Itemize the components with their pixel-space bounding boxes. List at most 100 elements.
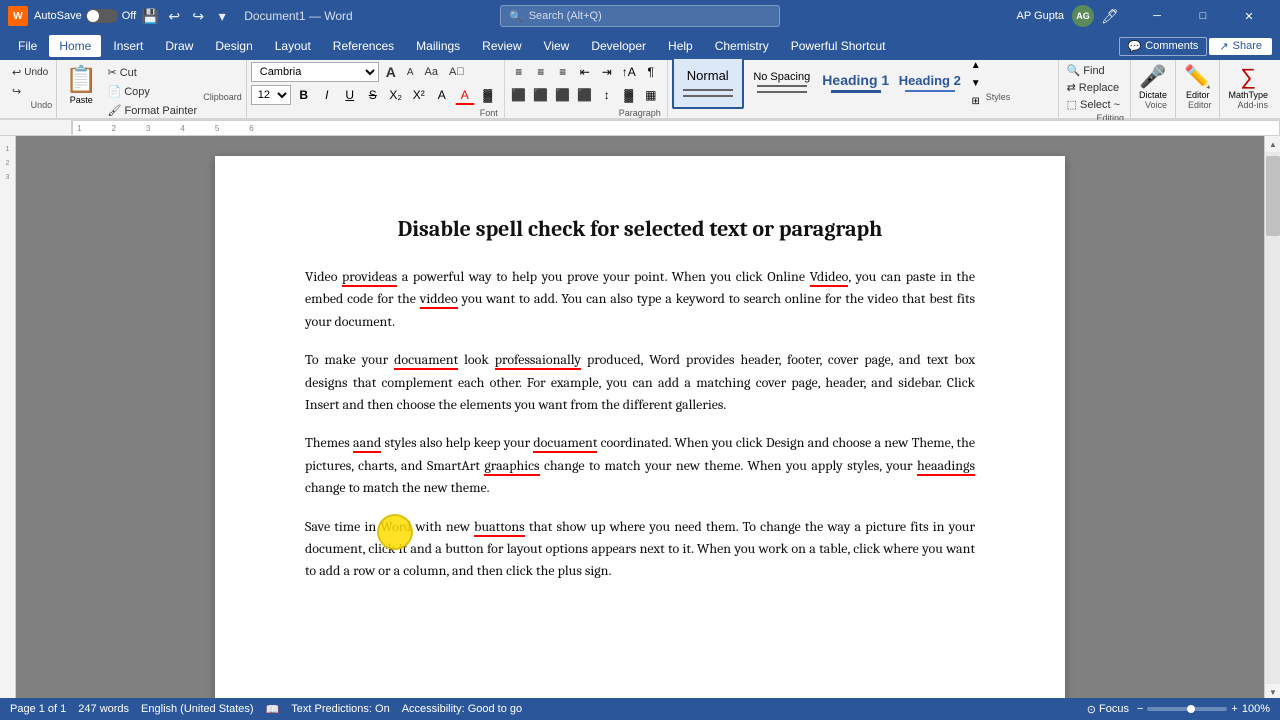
style-heading2[interactable]: Heading 2: [894, 57, 966, 109]
font-shrink-button[interactable]: A: [403, 65, 418, 80]
close-button[interactable]: ✕: [1226, 0, 1272, 32]
menu-chemistry[interactable]: Chemistry: [705, 35, 779, 57]
styles-up-button[interactable]: ▲: [968, 57, 984, 73]
font-grow-button[interactable]: A: [382, 62, 400, 82]
editor-section: ✏️ Editor Editor: [1176, 60, 1220, 118]
align-center-button[interactable]: ⬛: [531, 85, 551, 105]
focus-button[interactable]: ⊙ Focus: [1087, 703, 1129, 716]
borders-button[interactable]: ▦: [641, 85, 661, 105]
redo-icon[interactable]: ↪: [190, 8, 206, 24]
zoom-slider[interactable]: [1147, 707, 1227, 711]
scroll-track[interactable]: [1265, 152, 1280, 684]
menu-help[interactable]: Help: [658, 35, 703, 57]
font-name-select[interactable]: Cambria: [251, 62, 379, 82]
paragraph-3[interactable]: Themes aand styles also help keep your d…: [305, 432, 975, 499]
italic-button[interactable]: I: [317, 85, 337, 105]
superscript-button[interactable]: X²: [409, 85, 429, 105]
style-normal[interactable]: Normal: [672, 57, 744, 109]
paragraph-2[interactable]: To make your docuament look professaiona…: [305, 349, 975, 416]
style-no-spacing[interactable]: No Spacing: [746, 57, 818, 109]
save-icon[interactable]: 💾: [142, 8, 158, 24]
document-page[interactable]: Disable spell check for selected text or…: [215, 156, 1065, 700]
cut-button[interactable]: ✂Cut: [104, 64, 202, 81]
menu-home[interactable]: Home: [49, 35, 101, 57]
copy-button[interactable]: 📄Copy: [104, 83, 202, 100]
decrease-indent-button[interactable]: ⇤: [575, 62, 595, 82]
menu-powerful-shortcut[interactable]: Powerful Shortcut: [781, 35, 896, 57]
style-heading1[interactable]: Heading 1: [820, 57, 892, 109]
customize-icon[interactable]: ▾: [214, 8, 230, 24]
bullets-button[interactable]: ≡: [509, 62, 529, 82]
replace-icon: ⇄: [1067, 81, 1076, 94]
line-spacing-button[interactable]: ↕: [597, 85, 617, 105]
increase-indent-button[interactable]: ⇥: [597, 62, 617, 82]
bold-button[interactable]: B: [294, 85, 314, 105]
language-indicator[interactable]: English (United States): [141, 703, 254, 715]
paragraph-1[interactable]: Video provideas a powerful way to help y…: [305, 266, 975, 333]
menu-draw[interactable]: Draw: [155, 35, 203, 57]
dictate-button[interactable]: 🎤 Dictate: [1139, 64, 1167, 100]
menu-file[interactable]: File: [8, 35, 47, 57]
maximize-button[interactable]: □: [1180, 0, 1226, 32]
menu-developer[interactable]: Developer: [581, 35, 656, 57]
menu-references[interactable]: References: [323, 35, 404, 57]
paste-button[interactable]: 📋 Paste: [61, 62, 101, 104]
justify-button[interactable]: ⬛: [575, 85, 595, 105]
styles-down-button[interactable]: ▼: [968, 75, 984, 91]
replace-button[interactable]: ⇄ Replace: [1063, 79, 1124, 96]
para-shading-button[interactable]: ▓: [619, 85, 639, 105]
zoom-control[interactable]: − + 100%: [1137, 703, 1270, 715]
redo-button[interactable]: ↪: [8, 83, 52, 100]
style-normal-preview: Normal: [687, 68, 729, 83]
text-predictions[interactable]: Text Predictions: On: [291, 703, 389, 715]
autosave-toggle[interactable]: [86, 9, 118, 23]
search-box[interactable]: 🔍 Search (Alt+Q): [500, 5, 780, 27]
zoom-out-icon[interactable]: −: [1137, 703, 1143, 715]
multilevel-button[interactable]: ≡: [553, 62, 573, 82]
undo-icon[interactable]: ↩: [166, 8, 182, 24]
align-left-button[interactable]: ⬛: [509, 85, 529, 105]
select-button[interactable]: ⬚ Select ~: [1063, 96, 1124, 113]
find-button[interactable]: 🔍 Find: [1063, 62, 1124, 79]
undo-button[interactable]: ↩Undo: [8, 64, 52, 81]
menu-review[interactable]: Review: [472, 35, 531, 57]
strikethrough-button[interactable]: S: [363, 85, 383, 105]
menu-design[interactable]: Design: [205, 35, 262, 57]
menu-mailings[interactable]: Mailings: [406, 35, 470, 57]
minimize-button[interactable]: ─: [1134, 0, 1180, 32]
sort-button[interactable]: ↑A: [619, 62, 639, 82]
font-size-select[interactable]: 12: [251, 85, 291, 105]
toggle-knob: [87, 10, 99, 22]
format-painter-button[interactable]: 🖌Format Painter: [104, 102, 202, 119]
text-highlight-button[interactable]: A: [432, 85, 452, 105]
underline-button[interactable]: U: [340, 85, 360, 105]
case-button[interactable]: Aa: [421, 64, 442, 80]
ribbon: ↩Undo ↪ Undo 📋 Paste ✂Cut 📄Copy 🖌Format …: [0, 60, 1280, 120]
mathtype-button[interactable]: ∑ MathType: [1228, 64, 1268, 100]
share-button[interactable]: ↗ Share: [1209, 38, 1272, 55]
scroll-thumb[interactable]: [1266, 156, 1280, 236]
subscript-button[interactable]: X₂: [386, 85, 406, 105]
scroll-up-button[interactable]: ▲: [1265, 136, 1280, 152]
menu-layout[interactable]: Layout: [265, 35, 321, 57]
editor-button[interactable]: ✏️ Editor: [1184, 64, 1211, 100]
ribbon-toggle-icon[interactable]: 🖊: [1102, 8, 1118, 24]
share-icon: ↗: [1219, 40, 1228, 53]
comments-button[interactable]: 💬 Comments: [1119, 37, 1208, 56]
accessibility-status[interactable]: Accessibility: Good to go: [402, 703, 522, 715]
show-marks-button[interactable]: ¶: [641, 62, 661, 82]
misspelled-provideas: provideas: [342, 268, 397, 287]
zoom-in-icon[interactable]: +: [1231, 703, 1237, 715]
clear-format-button[interactable]: A⃝: [445, 64, 469, 80]
shading-button[interactable]: ▓: [478, 85, 498, 105]
numbering-button[interactable]: ≡: [531, 62, 551, 82]
vertical-scrollbar[interactable]: ▲ ▼: [1264, 136, 1280, 700]
menu-insert[interactable]: Insert: [103, 35, 153, 57]
document-scroll[interactable]: Disable spell check for selected text or…: [16, 136, 1264, 700]
editor-label: Editor: [1186, 90, 1210, 100]
font-color-button[interactable]: A: [455, 85, 475, 105]
menu-view[interactable]: View: [534, 35, 580, 57]
align-right-button[interactable]: ⬛: [553, 85, 573, 105]
cursor-indicator: [377, 514, 413, 550]
styles-expand-button[interactable]: ⊞: [968, 93, 984, 109]
